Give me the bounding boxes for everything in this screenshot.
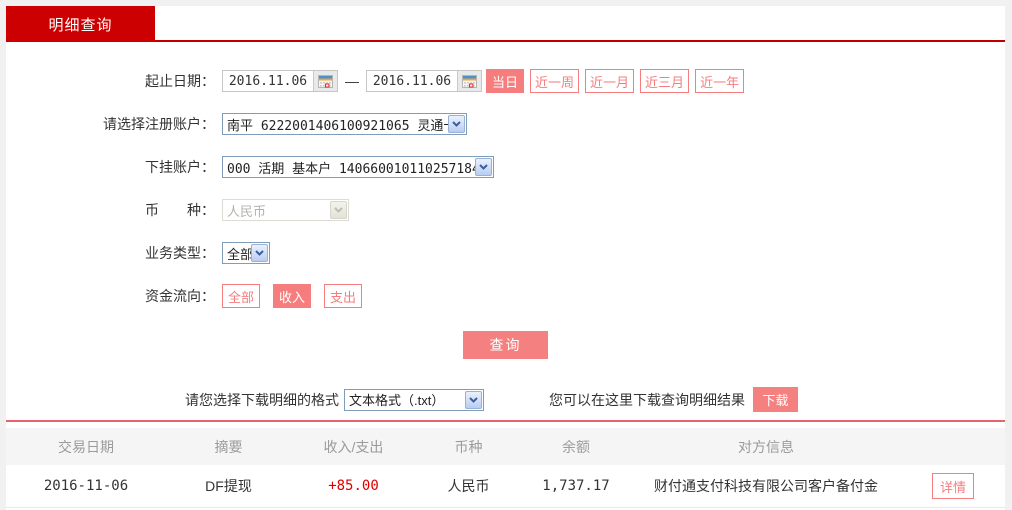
table-header-row: 交易日期 摘要 收入/支出 币种 余额 对方信息 [6, 428, 1005, 465]
sub-account-select[interactable]: 000 活期 基本户 1406600101102571848 [222, 156, 494, 178]
business-type-row: 业务类型： 全部 [6, 241, 1005, 265]
register-account-label: 请选择注册账户： [103, 116, 215, 132]
quick-range-week-button[interactable]: 近一周 [530, 69, 580, 93]
register-account-row: 请选择注册账户： 南平 6222001406100921065 灵通卡 [6, 112, 1005, 136]
end-date-calendar-button[interactable] [457, 71, 481, 91]
download-button[interactable]: 下载 [753, 387, 798, 412]
download-format-select[interactable]: 文本格式（.txt） [344, 388, 484, 411]
table-top-divider [6, 420, 1005, 422]
currency-select: 人民币 [222, 199, 349, 221]
header-date: 交易日期 [58, 438, 114, 455]
fund-flow-all-button[interactable]: 全部 [222, 284, 261, 308]
query-button-row: 查询 [6, 331, 1005, 359]
fund-flow-row: 资金流向： 全部 收入 支出 [6, 284, 1005, 308]
currency-value: 人民币 [227, 203, 267, 219]
chevron-down-icon[interactable] [465, 390, 482, 409]
start-date-value[interactable]: 2016.11.06 [223, 74, 313, 89]
header-balance: 余额 [562, 438, 590, 455]
quick-range-buttons: 当日 近一周 近一月 近三月 近一年 [486, 69, 750, 93]
sub-account-row: 下挂账户： 000 活期 基本户 1406600101102571848 [6, 155, 1005, 179]
start-date-calendar-button[interactable] [313, 71, 337, 91]
date-range-separator: — [345, 73, 359, 89]
chevron-down-icon[interactable] [475, 158, 492, 176]
business-type-value: 全部 [227, 246, 251, 262]
cell-currency: 人民币 [447, 478, 490, 494]
tab-detail-query[interactable]: 明细查询 [6, 6, 155, 42]
download-hint-text: 您可以在这里下载查询明细结果 [549, 391, 745, 408]
tab-bar: 明细查询 [6, 6, 1005, 42]
cell-balance: 1,737.17 [542, 478, 610, 494]
cell-counterparty: 财付通支付科技有限公司客户备付金 [654, 478, 878, 494]
header-amount: 收入/支出 [323, 438, 384, 455]
end-date-value[interactable]: 2016.11.06 [367, 74, 457, 89]
sub-account-value: 000 活期 基本户 1406600101102571848 [227, 161, 475, 177]
detail-button[interactable]: 详情 [932, 473, 974, 499]
calendar-icon [462, 74, 477, 88]
chevron-down-icon [330, 201, 347, 219]
currency-label: 币 种： [145, 202, 215, 218]
query-form: 起止日期： 2016.11.06 — 2016.11.06 当日 近一周 近一月… [6, 42, 1005, 412]
header-counterparty: 对方信息 [738, 438, 794, 455]
chevron-down-icon[interactable] [251, 244, 268, 262]
date-range-label: 起止日期： [145, 73, 215, 89]
cell-amount: +85.00 [328, 478, 379, 494]
end-date-input[interactable]: 2016.11.06 [366, 70, 482, 92]
quick-range-year-button[interactable]: 近一年 [695, 69, 745, 93]
start-date-input[interactable]: 2016.11.06 [222, 70, 338, 92]
download-format-label: 请您选择下载明细的格式 [185, 391, 339, 408]
cell-summary: DF提现 [205, 478, 252, 494]
download-row: 请您选择下载明细的格式 文本格式（.txt） 您可以在这里下载查询明细结果 下载 [6, 387, 1005, 412]
query-button[interactable]: 查询 [463, 331, 548, 359]
fund-flow-income-button[interactable]: 收入 [273, 284, 312, 308]
quick-range-quarter-button[interactable]: 近三月 [640, 69, 690, 93]
fund-flow-buttons: 全部 收入 支出 [222, 284, 375, 308]
cell-date: 2016-11-06 [43, 478, 129, 494]
fund-flow-expense-button[interactable]: 支出 [324, 284, 363, 308]
date-range-row: 起止日期： 2016.11.06 — 2016.11.06 当日 近一周 近一月… [6, 69, 1005, 93]
register-account-select[interactable]: 南平 6222001406100921065 灵通卡 [222, 113, 467, 135]
calendar-icon [318, 74, 333, 88]
quick-range-today-button[interactable]: 当日 [486, 69, 525, 93]
currency-row: 币 种： 人民币 [6, 198, 1005, 222]
header-currency: 币种 [454, 438, 483, 455]
business-type-select[interactable]: 全部 [222, 242, 270, 264]
header-summary: 摘要 [214, 438, 243, 455]
sub-account-label: 下挂账户： [145, 159, 215, 175]
table-row: 2016-11-06 DF提现 +85.00 人民币 1,737.17 财付通支… [6, 465, 1005, 508]
quick-range-month-button[interactable]: 近一月 [585, 69, 635, 93]
fund-flow-label: 资金流向： [145, 288, 215, 304]
register-account-value: 南平 6222001406100921065 灵通卡 [227, 118, 448, 134]
business-type-label: 业务类型： [145, 245, 215, 261]
chevron-down-icon[interactable] [448, 115, 465, 133]
content-panel: 明细查询 起止日期： 2016.11.06 — 2016.11.06 当日 近一… [6, 6, 1005, 510]
download-format-value: 文本格式（.txt） [349, 393, 445, 408]
